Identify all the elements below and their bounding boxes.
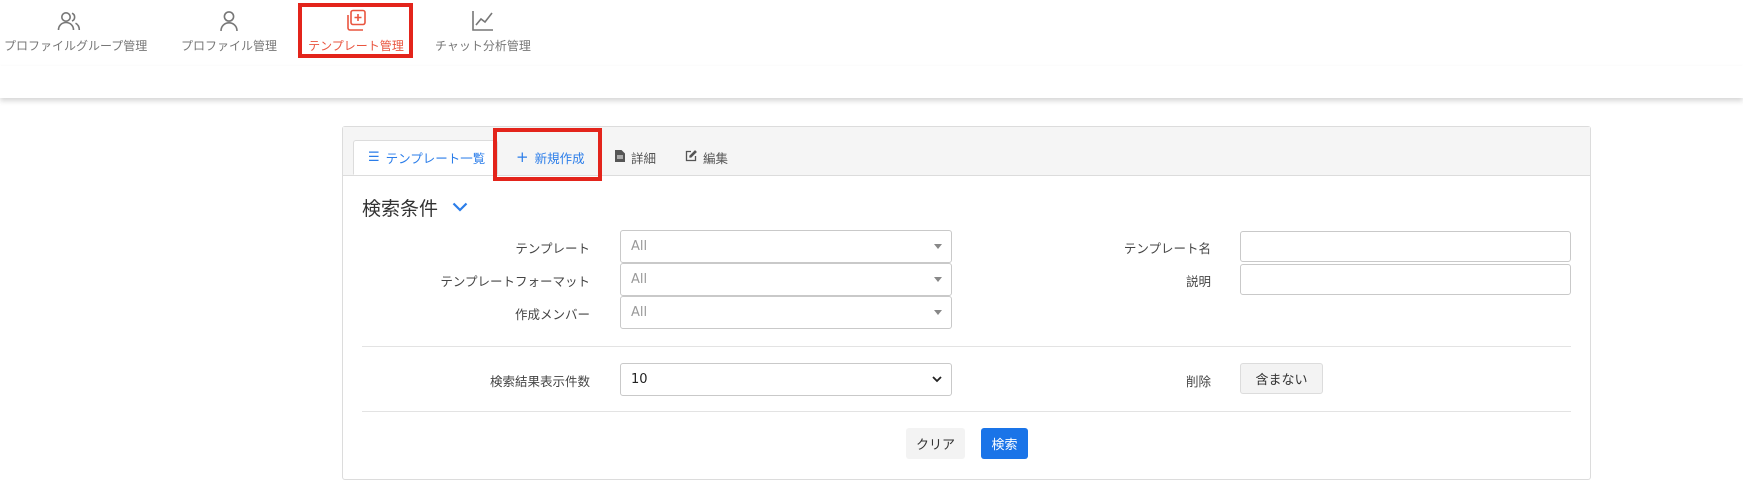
highlight-box <box>298 3 413 58</box>
template-format-select[interactable]: All <box>620 263 952 296</box>
result-count-label: 検索結果表示件数 <box>489 374 590 389</box>
nav-label: チャット分析管理 <box>435 39 531 53</box>
description-input[interactable] <box>1240 264 1571 295</box>
top-navigation: プロファイルグループ管理 プロファイル管理 テンプレート管理 チャット分析管理 <box>0 0 1743 67</box>
highlight-box <box>493 128 602 181</box>
member-select[interactable]: All <box>620 296 952 329</box>
template-format-label: テンプレートフォーマット <box>440 274 590 289</box>
select-value: All <box>631 272 648 287</box>
select-value: All <box>631 305 648 320</box>
header-bar <box>0 66 1743 98</box>
select-value: 10 <box>631 372 648 387</box>
nav-label: プロファイル管理 <box>180 39 277 53</box>
list-icon: ☰ <box>368 150 380 165</box>
divider <box>362 346 1571 347</box>
delete-toggle[interactable]: 含まない <box>1240 363 1323 394</box>
nav-profile-group[interactable]: プロファイルグループ管理 <box>4 0 148 66</box>
divider <box>362 411 1571 412</box>
tab-template-list[interactable]: ☰ テンプレート一覧 <box>353 140 498 175</box>
template-label: テンプレート <box>515 241 590 256</box>
edit-icon <box>685 150 697 165</box>
member-label: 作成メンバー <box>514 307 590 322</box>
tab-label: 詳細 <box>631 151 657 166</box>
chevron-down-icon <box>931 372 943 389</box>
chevron-down-icon[interactable] <box>452 199 468 216</box>
template-name-label: テンプレート名 <box>1123 241 1211 256</box>
result-count-select[interactable]: 10 <box>620 363 952 396</box>
tab-edit[interactable]: 編集 <box>685 140 728 175</box>
caret-down-icon <box>934 310 942 315</box>
clear-button[interactable]: クリア <box>906 428 965 459</box>
select-value: All <box>631 239 648 254</box>
document-icon <box>615 150 625 165</box>
section-title: 検索条件 <box>362 198 439 220</box>
caret-down-icon <box>934 244 942 249</box>
line-chart-icon <box>470 8 496 34</box>
users-icon <box>56 8 82 34</box>
caret-down-icon <box>934 277 942 282</box>
user-icon <box>216 8 242 34</box>
tab-detail[interactable]: 詳細 <box>615 140 656 175</box>
delete-label: 削除 <box>1185 374 1211 389</box>
nav-chat-analysis[interactable]: チャット分析管理 <box>433 0 533 66</box>
tab-label: 編集 <box>703 151 729 166</box>
nav-template[interactable]: テンプレート管理 <box>298 0 413 66</box>
search-conditions-header[interactable]: 検索条件 <box>362 194 468 221</box>
nav-profile[interactable]: プロファイル管理 <box>179 0 279 66</box>
tab-label: テンプレート一覧 <box>385 151 486 166</box>
template-name-input[interactable] <box>1240 231 1571 262</box>
template-select[interactable]: All <box>620 230 952 263</box>
description-label: 説明 <box>1185 274 1211 289</box>
nav-label: プロファイルグループ管理 <box>4 39 148 53</box>
search-button[interactable]: 検索 <box>981 428 1028 459</box>
